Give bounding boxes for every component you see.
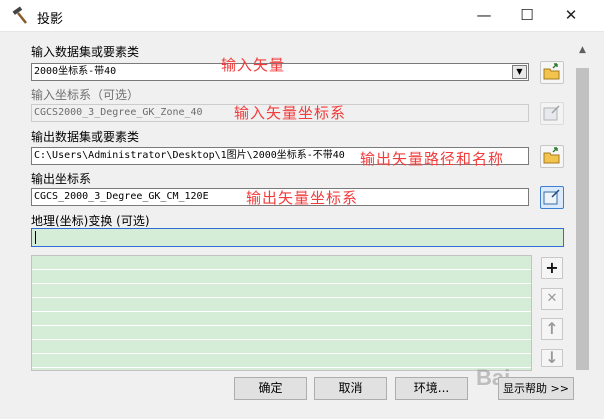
annotation-input-vector: 输入矢量 xyxy=(221,56,286,74)
maximize-button[interactable]: ☐ xyxy=(505,0,549,31)
title-bar: 投影 — ☐ ✕ xyxy=(0,0,604,32)
vertical-scrollbar[interactable]: ▲ xyxy=(574,43,591,370)
output-crs-properties-button[interactable] xyxy=(540,186,564,209)
input-crs-properties-button xyxy=(540,102,564,125)
add-icon[interactable]: + xyxy=(541,257,563,279)
show-help-button[interactable]: 显示帮助 >> xyxy=(498,377,574,400)
output-dataset-value: C:\Users\Administrator\Desktop\1图片\2000坐… xyxy=(34,150,345,161)
browse-input-button[interactable] xyxy=(540,61,564,84)
close-button[interactable]: ✕ xyxy=(549,0,593,31)
arrow-up-icon[interactable]: ↑ xyxy=(541,318,563,340)
ok-button[interactable]: 确定 xyxy=(234,377,307,400)
arrow-down-icon[interactable]: ↓ xyxy=(541,349,563,367)
input-dataset-value: 2000坐标系-带40 xyxy=(34,66,117,77)
output-dataset-label: 输出数据集或要素类 xyxy=(31,130,140,144)
annotation-input-crs: 输入矢量坐标系 xyxy=(234,104,347,122)
annotation-output-path: 输出矢量路径和名称 xyxy=(360,150,505,168)
transform-list[interactable] xyxy=(31,255,532,371)
output-crs-value: CGCS_2000_3_Degree_GK_CM_120E xyxy=(34,191,209,202)
annotation-output-crs: 输出矢量坐标系 xyxy=(246,189,359,207)
properties-icon xyxy=(543,105,560,121)
environments-button[interactable]: 环境... xyxy=(395,377,468,400)
input-crs-label: 输入坐标系（可选） xyxy=(31,88,140,102)
remove-icon[interactable]: ✕ xyxy=(541,288,563,310)
chevron-down-icon[interactable]: ▼ xyxy=(512,65,527,79)
browse-output-button[interactable] xyxy=(540,145,564,168)
output-crs-label: 输出坐标系 xyxy=(31,172,92,186)
cancel-button[interactable]: 取消 xyxy=(314,377,387,400)
scroll-up-icon[interactable]: ▲ xyxy=(574,43,591,57)
input-dataset-label: 输入数据集或要素类 xyxy=(31,45,140,59)
properties-icon xyxy=(543,189,560,205)
window-title: 投影 xyxy=(37,12,64,27)
input-crs-value: CGCS2000_3_Degree_GK_Zone_40 xyxy=(34,107,203,118)
text-cursor xyxy=(35,231,36,244)
minimize-button[interactable]: — xyxy=(462,0,506,31)
geo-transform-label: 地理(坐标)变换 (可选) xyxy=(31,214,150,228)
folder-icon xyxy=(543,147,560,164)
scrollbar-thumb[interactable] xyxy=(576,68,589,370)
hammer-icon xyxy=(12,6,27,24)
geo-transform-input[interactable] xyxy=(31,228,564,247)
folder-icon xyxy=(543,63,560,80)
